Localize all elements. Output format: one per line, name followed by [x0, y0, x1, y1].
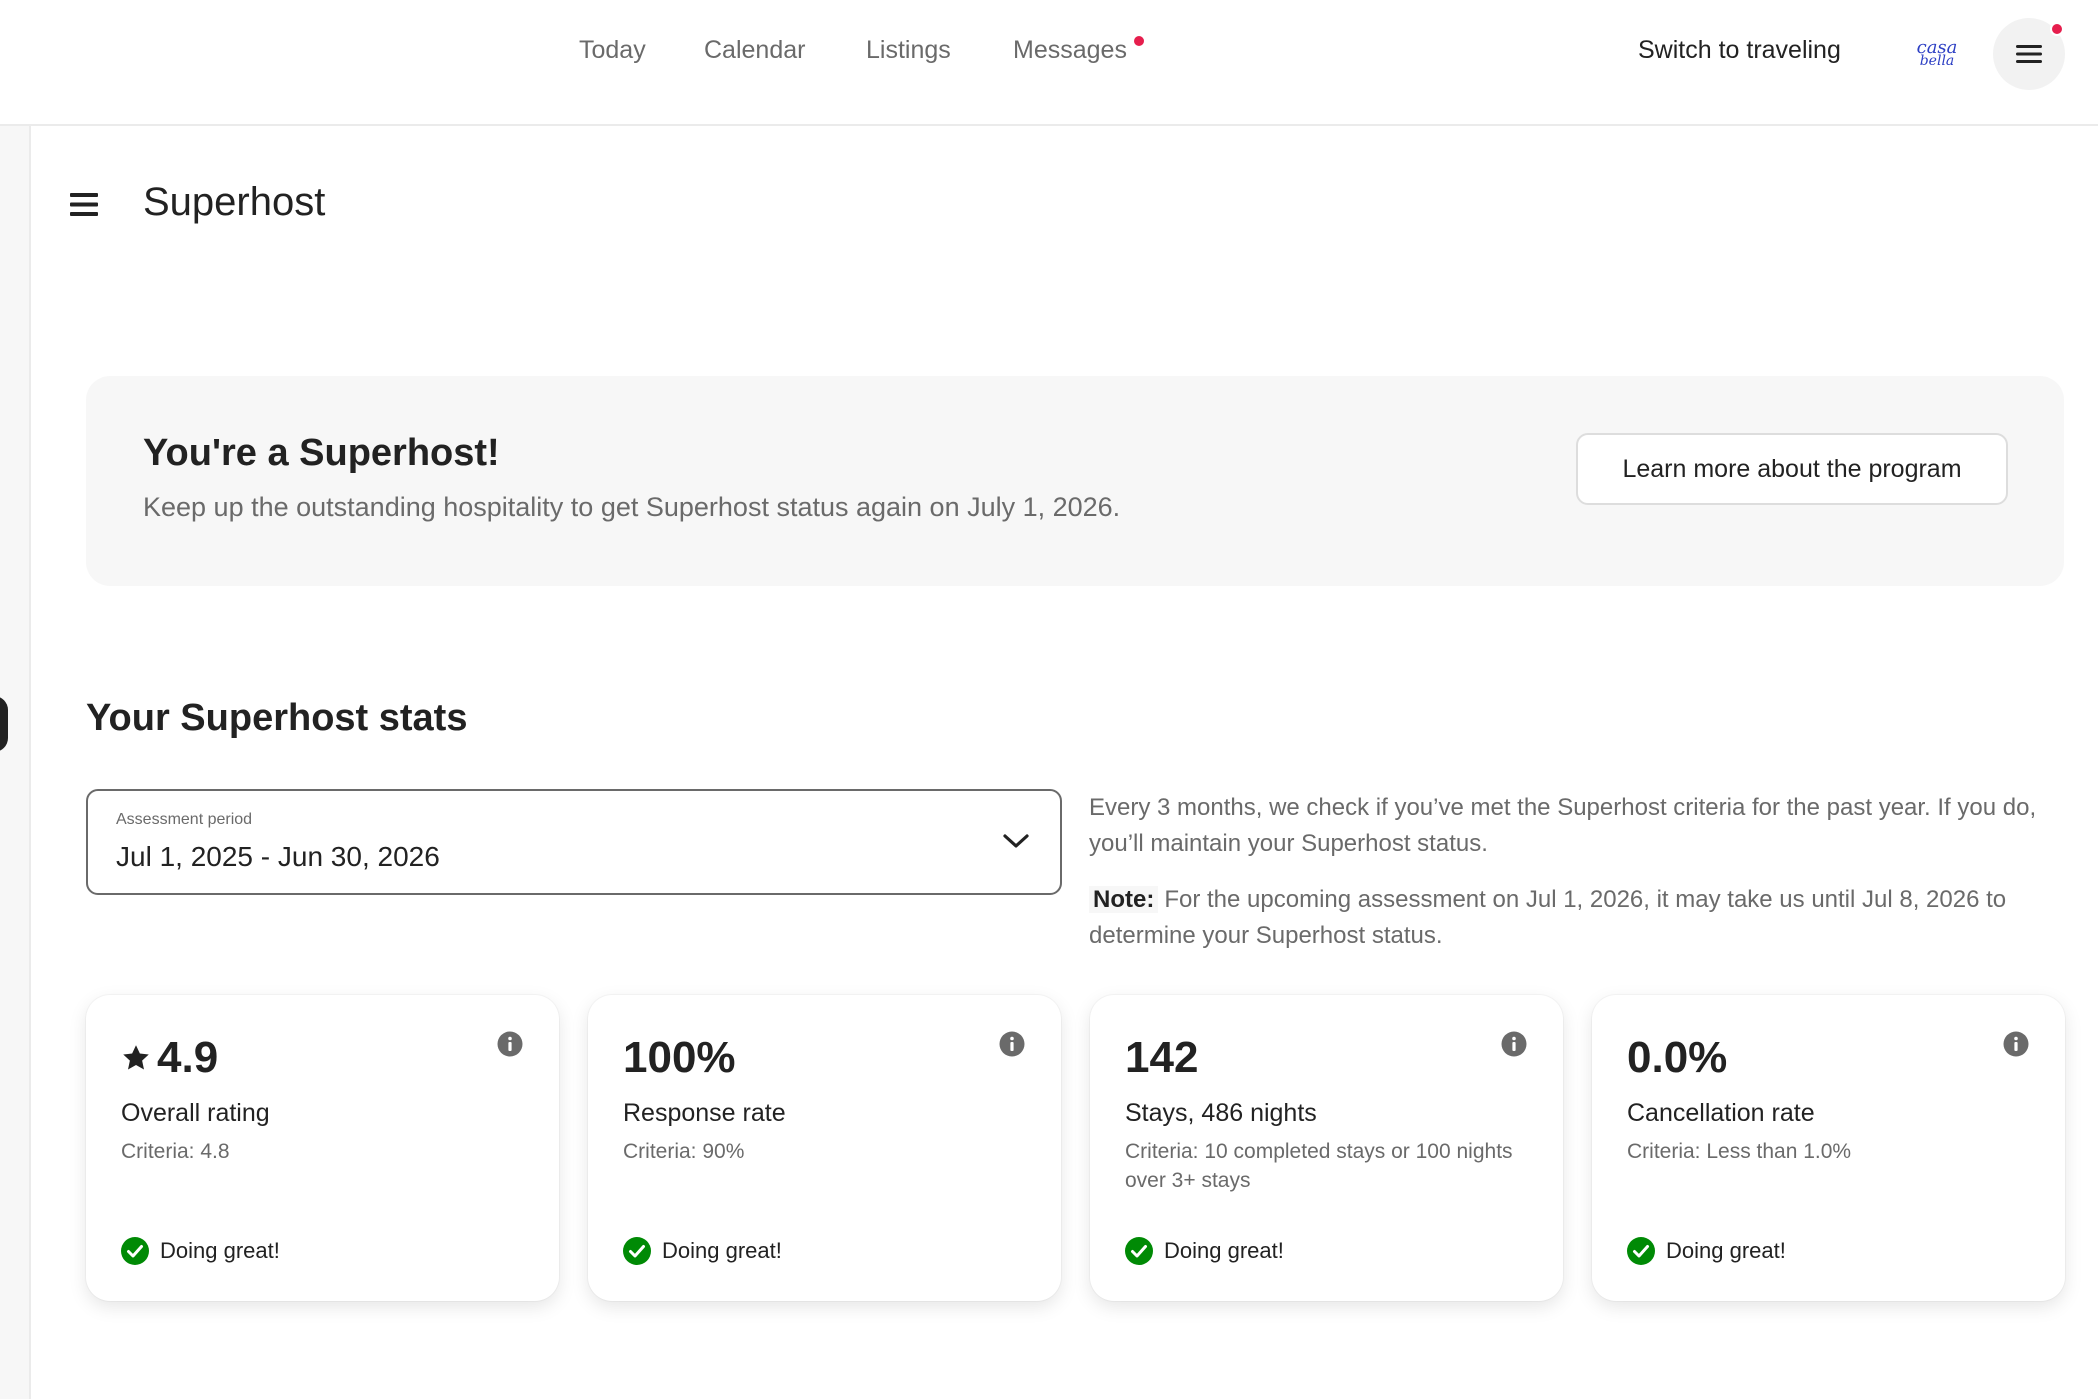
stat-criteria: Criteria: 90%: [623, 1140, 745, 1163]
info-icon[interactable]: [497, 1031, 523, 1057]
page-title: Superhost: [143, 180, 326, 224]
stat-status: Doing great!: [1627, 1237, 1786, 1265]
note-text: For the upcoming assessment on Jul 1, 20…: [1089, 886, 2007, 949]
check-circle-icon: [1125, 1237, 1153, 1265]
stat-value: 100%: [623, 1033, 736, 1083]
info-icon[interactable]: [1501, 1031, 1527, 1057]
check-circle-icon: [623, 1237, 651, 1265]
response-rate-value: 100%: [623, 1033, 736, 1082]
stat-card-response-rate: 100% Response rate Criteria: 90% Doing g…: [588, 995, 1061, 1301]
top-navigation-bar: Today Calendar Listings Messages Switch …: [0, 0, 2098, 126]
stat-value: 4.9: [121, 1033, 218, 1083]
superhost-status-banner: You're a Superhost! Keep up the outstand…: [86, 376, 2064, 586]
chevron-down-icon: [1003, 834, 1029, 848]
avatar[interactable]: casa bella: [1917, 34, 1958, 74]
banner-subtitle: Keep up the outstanding hospitality to g…: [143, 492, 1121, 522]
nav-messages[interactable]: Messages: [1013, 36, 1127, 65]
stat-status: Doing great!: [121, 1237, 280, 1265]
stat-label: Overall rating: [121, 1099, 270, 1127]
hamburger-icon: [2016, 45, 2042, 63]
check-circle-icon: [121, 1237, 149, 1265]
assessment-period-value: Jul 1, 2025 - Jun 30, 2026: [116, 841, 440, 872]
stats-heading: Your Superhost stats: [86, 697, 468, 739]
stat-card-stays: 142 Stays, 486 nights Criteria: 10 compl…: [1090, 995, 1563, 1301]
stays-value: 142: [1125, 1033, 1199, 1082]
overall-rating-value: 4.9: [157, 1033, 219, 1082]
assessment-period-select[interactable]: Assessment period Jul 1, 2025 - Jun 30, …: [86, 789, 1062, 895]
stat-status-text: Doing great!: [1164, 1238, 1284, 1263]
star-icon: [123, 1045, 149, 1070]
stat-status-text: Doing great!: [1666, 1238, 1786, 1263]
info-icon[interactable]: [2003, 1031, 2029, 1057]
stat-status: Doing great!: [1125, 1237, 1284, 1265]
stat-label: Cancellation rate: [1627, 1099, 1815, 1127]
page-menu-icon[interactable]: [70, 192, 102, 218]
messages-notification-dot: [1134, 36, 1144, 46]
stat-value: 142: [1125, 1033, 1198, 1083]
banner-title: You're a Superhost!: [143, 432, 500, 474]
nav-calendar[interactable]: Calendar: [704, 36, 805, 65]
sidebar-toggle-handle[interactable]: [0, 696, 8, 752]
stat-card-overall-rating: 4.9 Overall rating Criteria: 4.8 Doing g…: [86, 995, 559, 1301]
nav-listings[interactable]: Listings: [866, 36, 951, 65]
cancellation-rate-value: 0.0%: [1627, 1033, 1728, 1082]
learn-more-button[interactable]: Learn more about the program: [1576, 433, 2008, 505]
switch-to-traveling-link[interactable]: Switch to traveling: [1638, 36, 1841, 65]
assessment-period-label: Assessment period: [116, 811, 253, 828]
stat-value: 0.0%: [1627, 1033, 1727, 1083]
stat-criteria: Criteria: Less than 1.0%: [1627, 1140, 1852, 1163]
stat-card-cancellation-rate: 0.0% Cancellation rate Criteria: Less th…: [1592, 995, 2065, 1301]
stat-status: Doing great!: [623, 1237, 782, 1265]
stat-label: Stays, 486 nights: [1125, 1099, 1317, 1127]
stat-label: Response rate: [623, 1099, 786, 1127]
left-sidebar-rail: [0, 126, 31, 1399]
menu-notification-dot: [2050, 22, 2064, 36]
assessment-info-text: Every 3 months, we check if you’ve met t…: [1089, 794, 2037, 857]
assessment-note: Note: For the upcoming assessment on Jul …: [1089, 882, 2069, 954]
nav-today[interactable]: Today: [579, 36, 646, 65]
check-circle-icon: [1627, 1237, 1655, 1265]
stat-status-text: Doing great!: [662, 1238, 782, 1263]
info-icon[interactable]: [999, 1031, 1025, 1057]
stat-criteria: Criteria: 10 completed stays or 100 nigh…: [1125, 1140, 1513, 1192]
stat-status-text: Doing great!: [160, 1238, 280, 1263]
note-label: Note:: [1089, 886, 1159, 913]
avatar-text-bottom: bella: [1919, 52, 1955, 69]
stat-criteria: Criteria: 4.8: [121, 1140, 230, 1163]
